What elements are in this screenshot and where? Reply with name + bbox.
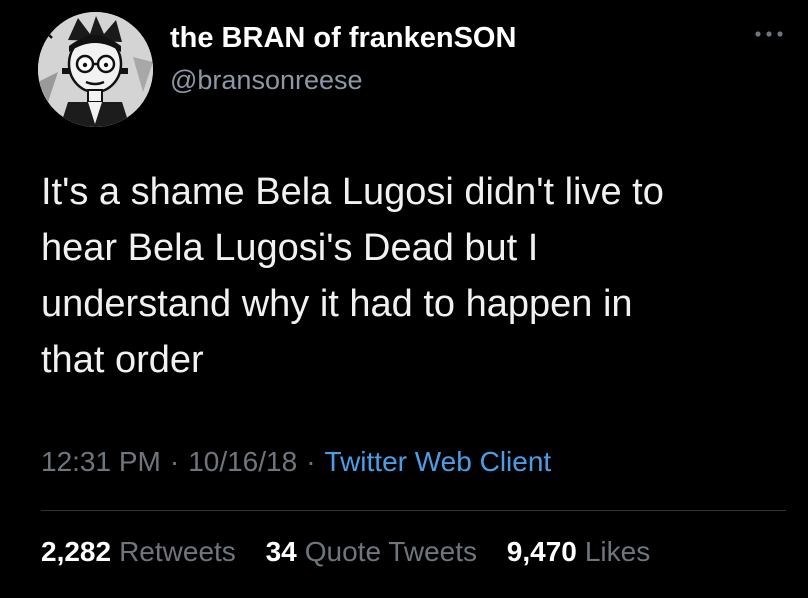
separator: · [169,446,180,477]
retweets-count: 2,282 [41,536,112,567]
tweet-date[interactable]: 10/16/18 [188,446,297,477]
frankenstein-avatar-icon [38,12,153,127]
tweet-stats: 2,282 Retweets 34 Quote Tweets 9,470 Likes [41,536,672,568]
quote-tweets-label: Quote Tweets [304,536,477,567]
tweet-source-link[interactable]: Twitter Web Client [325,446,552,477]
likes-stat[interactable]: 9,470 Likes [507,536,650,567]
divider [41,510,786,511]
retweets-stat[interactable]: 2,282 Retweets [41,536,236,567]
likes-count: 9,470 [506,536,577,567]
quote-tweets-stat[interactable]: 34 Quote Tweets [266,536,477,567]
retweets-label: Retweets [119,536,236,567]
more-options-icon[interactable] [752,28,786,40]
tweet-text-line: understand why it had to happen in [41,283,633,325]
tweet-text: It's a shame Bela Lugosi didn't live to … [41,164,781,388]
tweet-metadata: 12:31 PM · 10/16/18 · Twitter Web Client [41,446,551,478]
user-handle[interactable]: @bransonreese [170,65,363,96]
tweet-time[interactable]: 12:31 PM [41,446,161,477]
tweet-text-line: It's a shame Bela Lugosi didn't live to [41,171,664,213]
tweet-text-line: that order [41,339,204,381]
likes-label: Likes [584,536,651,567]
tweet-text-line: hear Bela Lugosi's Dead but I [41,227,539,269]
avatar[interactable] [38,12,153,127]
separator: · [306,446,316,477]
quote-tweets-count: 34 [265,536,297,567]
display-name[interactable]: the BRAN of frankenSON [170,22,516,55]
